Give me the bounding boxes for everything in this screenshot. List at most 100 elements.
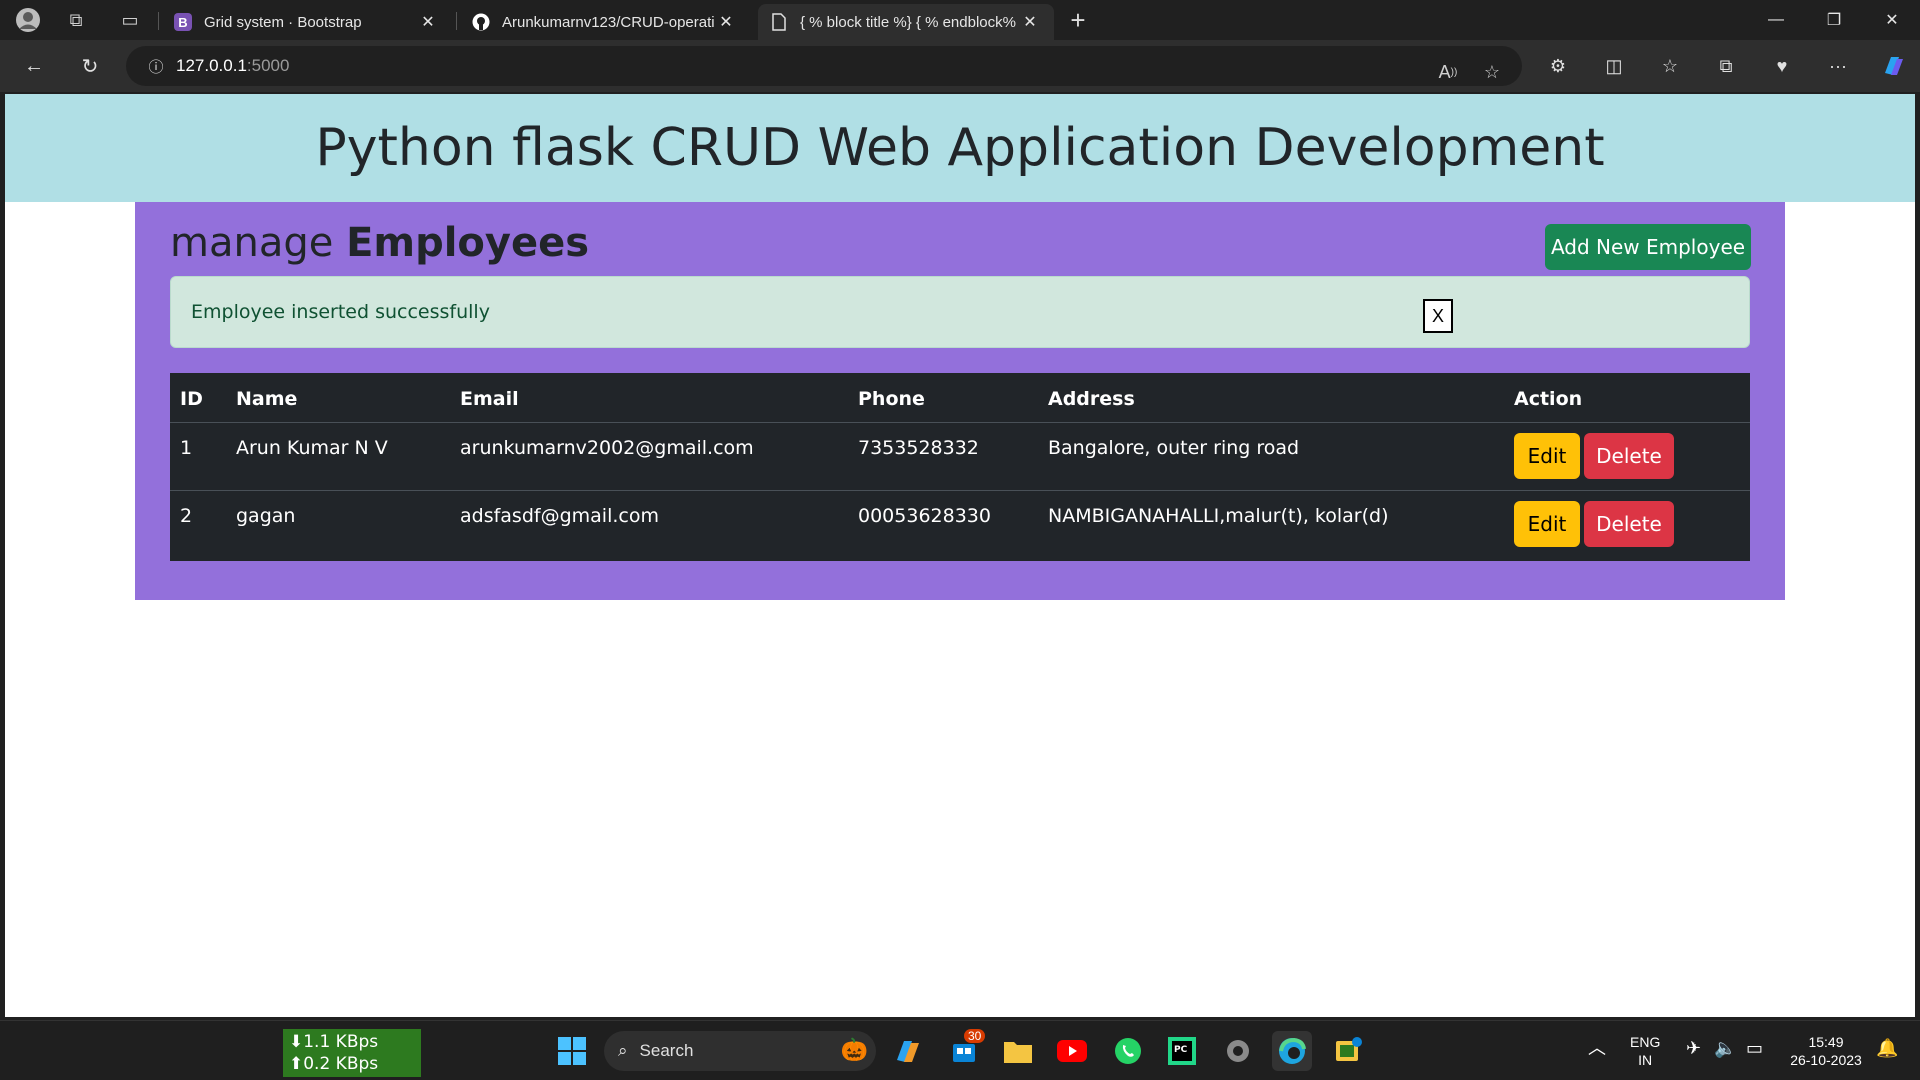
cell-email: adsfasdf@gmail.com (460, 505, 659, 527)
bootstrap-favicon-icon: B (174, 13, 192, 31)
youtube-icon[interactable] (1052, 1031, 1092, 1071)
favorites-icon[interactable]: ☆ (1652, 48, 1688, 84)
tab-separator (158, 12, 159, 30)
browser-tab-bar: ⧉ ▭ B Grid system · Bootstrap ✕ Arunkuma… (0, 0, 1920, 40)
profile-icon[interactable] (8, 0, 48, 40)
refresh-icon[interactable]: ↻ (72, 48, 108, 84)
column-header: Name (236, 388, 298, 410)
table-row: 2 gagan adsfasdf@gmail.com 00053628330 N… (170, 491, 1750, 559)
delete-button[interactable]: Delete (1584, 501, 1674, 547)
tab-actions-icon[interactable]: ▭ (110, 0, 150, 40)
search-icon: ⌕ (618, 1041, 628, 1060)
split-screen-icon[interactable]: ◫ (1596, 48, 1632, 84)
close-icon[interactable]: ✕ (1018, 12, 1042, 32)
browser-essentials-icon[interactable]: ♥ (1764, 48, 1800, 84)
table-row: 1 Arun Kumar N V arunkumarnv2002@gmail.c… (170, 423, 1750, 491)
start-menu-icon[interactable] (552, 1031, 592, 1071)
battery-icon[interactable]: ▭ (1746, 1039, 1763, 1057)
tab-title: { % block title %} { % endblock% (800, 13, 1016, 31)
file-explorer-icon[interactable] (998, 1031, 1038, 1071)
column-header: Phone (858, 388, 925, 410)
edit-button[interactable]: Edit (1514, 501, 1580, 547)
page-viewport: Python flask CRUD Web Application Develo… (5, 94, 1915, 1017)
store-badge: 30 (964, 1029, 986, 1043)
cell-id: 1 (180, 437, 193, 459)
page-title: Python flask CRUD Web Application Develo… (315, 118, 1605, 178)
tab-bootstrap[interactable]: B Grid system · Bootstrap ✕ (162, 4, 452, 40)
clock-date: 26-10-2023 (1790, 1052, 1862, 1068)
edit-button[interactable]: Edit (1514, 433, 1580, 479)
cell-name: gagan (236, 505, 296, 527)
notification-bell-icon[interactable]: 🔔 (1876, 1039, 1898, 1057)
site-info-icon[interactable]: ⓘ (136, 56, 176, 77)
address-bar[interactable]: ⓘ 127.0.0.1:5000 A)) ☆ (126, 46, 1522, 86)
new-tab-icon[interactable]: + (1062, 4, 1094, 36)
airplane-mode-icon[interactable]: ✈ (1686, 1039, 1701, 1057)
region-code: IN (1638, 1052, 1653, 1068)
whatsapp-icon[interactable] (1108, 1031, 1148, 1071)
microsoft-store-icon[interactable]: 30 (944, 1029, 986, 1071)
document-icon (770, 13, 788, 31)
tab-title: Grid system · Bootstrap (204, 13, 362, 31)
read-aloud-icon[interactable]: A)) (1430, 54, 1466, 90)
edge-browser-icon[interactable] (1272, 1031, 1312, 1071)
cell-address: NAMBIGANAHALLI,malur(t), kolar(d) (1048, 505, 1389, 527)
close-icon[interactable]: ✕ (714, 12, 738, 32)
svg-text:PC: PC (1174, 1045, 1188, 1055)
restore-icon[interactable]: ❐ (1806, 0, 1862, 40)
cell-id: 2 (180, 505, 193, 527)
alert-close-button[interactable]: X (1423, 299, 1453, 333)
section-title-bold: Employees (346, 220, 590, 266)
section-title: manage Employees (170, 220, 589, 266)
copilot-preview-icon[interactable] (888, 1031, 928, 1071)
column-header: Action (1514, 388, 1583, 410)
favorite-star-icon[interactable]: ☆ (1474, 54, 1510, 90)
search-highlight-icon: 🎃 (840, 1037, 868, 1062)
collections-icon[interactable]: ⧉ (1708, 48, 1744, 84)
search-label: Search (639, 1041, 694, 1060)
net-down-speed: ⬇1.1 KBps (289, 1032, 379, 1052)
browser-toolbar: ← ↻ ⓘ 127.0.0.1:5000 A)) ☆ ⚙ ◫ ☆ ⧉ ♥ ··· (0, 40, 1920, 92)
cell-phone: 00053628330 (858, 505, 991, 527)
table-header-row: ID Name Email Phone Address Action (170, 373, 1750, 423)
taskbar-search[interactable]: ⌕ Search 🎃 (604, 1031, 876, 1071)
copilot-icon[interactable] (1876, 48, 1912, 84)
language-code: ENG (1630, 1034, 1661, 1050)
tab-github[interactable]: Arunkumarnv123/CRUD-operati ✕ (460, 4, 750, 40)
minimize-icon[interactable]: — (1748, 0, 1804, 40)
cell-phone: 7353528332 (858, 437, 979, 459)
column-header: Email (460, 388, 519, 410)
volume-icon[interactable]: 🔈 (1714, 1039, 1736, 1057)
section-title-prefix: manage (170, 220, 347, 266)
tab-separator (456, 12, 457, 30)
delete-button[interactable]: Delete (1584, 433, 1674, 479)
net-up-speed: ⬆0.2 KBps (289, 1054, 379, 1074)
alert-message: Employee inserted successfully (191, 301, 490, 323)
window-close-icon[interactable]: ✕ (1864, 0, 1920, 40)
extensions-icon[interactable]: ⚙ (1540, 48, 1576, 84)
taskbar: ⬇1.1 KBps ⬆0.2 KBps ⌕ Search 🎃 30 PC ︿ E… (0, 1020, 1920, 1080)
settings-gear-icon[interactable] (1218, 1031, 1258, 1071)
add-employee-button[interactable]: Add New Employee (1545, 224, 1751, 270)
network-speed-widget: ⬇1.1 KBps ⬆0.2 KBps (283, 1029, 421, 1077)
workspaces-icon[interactable]: ⧉ (56, 0, 96, 40)
back-icon[interactable]: ← (16, 48, 52, 84)
clock-time: 15:49 (1808, 1034, 1844, 1050)
show-hidden-icons-icon[interactable]: ︿ (1588, 1039, 1606, 1057)
more-menu-icon[interactable]: ··· (1820, 48, 1856, 84)
employees-panel: manage Employees Add New Employee Employ… (135, 202, 1785, 600)
language-indicator[interactable]: ENG IN (1630, 1033, 1660, 1069)
app-icon[interactable] (1328, 1031, 1368, 1071)
page-header: Python flask CRUD Web Application Develo… (5, 94, 1915, 202)
github-icon (472, 13, 490, 31)
tab-active-page[interactable]: { % block title %} { % endblock% ✕ (758, 4, 1054, 40)
url-host: 127.0.0.1 (176, 56, 247, 75)
close-icon[interactable]: ✕ (416, 12, 440, 32)
cell-address: Bangalore, outer ring road (1048, 437, 1300, 459)
clock[interactable]: 15:49 26-10-2023 (1786, 1033, 1866, 1069)
success-alert: Employee inserted successfully X (170, 276, 1750, 348)
url-text: 127.0.0.1:5000 (176, 56, 289, 76)
tab-title: Arunkumarnv123/CRUD-operati (502, 13, 714, 31)
column-header: Address (1048, 388, 1135, 410)
pycharm-icon[interactable]: PC (1162, 1031, 1202, 1071)
